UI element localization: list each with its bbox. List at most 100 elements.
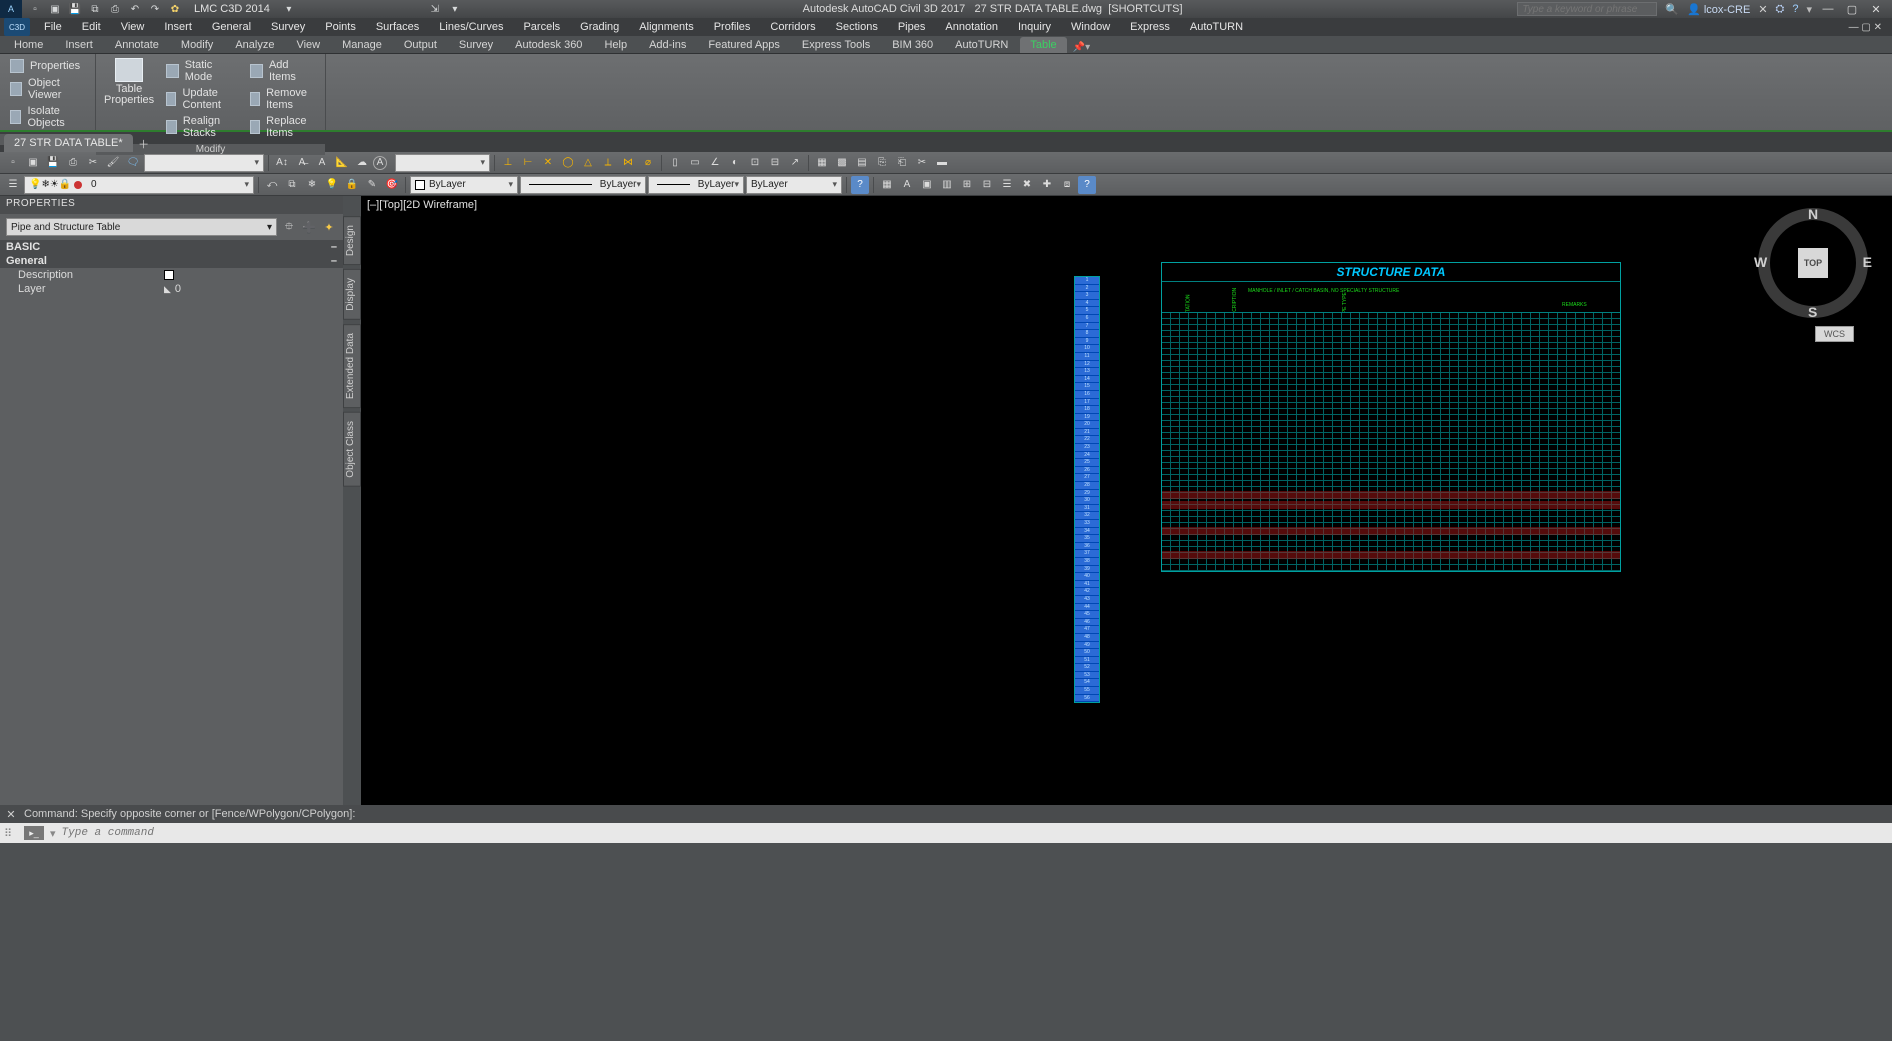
table-text-icon[interactable]: A [898, 176, 916, 194]
new-tab-button[interactable]: ＋ [135, 136, 153, 152]
tb-ts3-icon[interactable]: A [313, 154, 331, 172]
search-input[interactable] [1517, 2, 1657, 16]
command-handle-icon[interactable]: ⠿ [4, 827, 18, 840]
layer-previous-icon[interactable]: ⤺ [263, 176, 281, 194]
app-logo-icon[interactable]: A [0, 0, 22, 18]
quickselect-icon[interactable]: ⯐ [281, 219, 297, 235]
c3d-icon[interactable]: C3D [4, 18, 30, 36]
dim-angular-icon[interactable]: ∠ [706, 154, 724, 172]
qat-share-dropdown-icon[interactable]: ▾ [448, 2, 462, 16]
tb-match-icon[interactable]: 🖌 [104, 154, 122, 172]
viewport-label[interactable]: [–][Top][2D Wireframe] [367, 199, 477, 211]
ribbon-static-mode[interactable]: Static Mode [164, 58, 238, 84]
document-tab[interactable]: 27 STR DATA TABLE* [4, 134, 133, 152]
ribbon-tab-featuredapps[interactable]: Featured Apps [698, 37, 790, 53]
ribbon-tab-analyze[interactable]: Analyze [225, 37, 284, 53]
tb-text-icon[interactable]: A [373, 156, 387, 170]
menu-alignments[interactable]: Alignments [629, 21, 703, 33]
block-edit-icon[interactable]: ▤ [853, 154, 871, 172]
named-views-combo[interactable] [144, 154, 264, 172]
menu-parcels[interactable]: Parcels [513, 21, 570, 33]
ribbon-pin-icon[interactable]: 📌▾ [1073, 42, 1090, 53]
osnap-mid-icon[interactable]: ⊢ [519, 154, 537, 172]
lineweight-combo[interactable]: ByLayer [520, 176, 646, 194]
ribbon-tab-annotate[interactable]: Annotate [105, 37, 169, 53]
menu-pipes[interactable]: Pipes [888, 21, 936, 33]
layer-make-icon[interactable]: ✎ [363, 176, 381, 194]
ribbon-tab-survey[interactable]: Survey [449, 37, 503, 53]
color-combo[interactable]: ByLayer [410, 176, 518, 194]
tb-cut-icon[interactable]: ✂ [84, 154, 102, 172]
help-icon[interactable]: ? [1792, 3, 1798, 15]
linetype-combo[interactable]: ByLayer [648, 176, 744, 194]
ribbon-tab-addins[interactable]: Add-ins [639, 37, 696, 53]
osnap-near-icon[interactable]: ⋈ [619, 154, 637, 172]
layer-off-icon[interactable]: 💡 [323, 176, 341, 194]
menu-general[interactable]: General [202, 21, 261, 33]
table-cell-icon[interactable]: ▣ [918, 176, 936, 194]
menu-survey[interactable]: Survey [261, 21, 315, 33]
menu-points[interactable]: Points [315, 21, 366, 33]
viewcube-west[interactable]: W [1754, 254, 1767, 270]
menu-edit[interactable]: Edit [72, 21, 111, 33]
xref-attach-icon[interactable]: ⎗ [893, 154, 911, 172]
layer-manager-icon[interactable]: ☰ [4, 176, 22, 194]
tb-revcloud-icon[interactable]: ☁ [353, 154, 371, 172]
command-prompt-icon[interactable]: ▸_ [24, 826, 44, 840]
workspace-gear-icon[interactable]: ✿ [168, 2, 182, 16]
close-button[interactable]: ✕ [1868, 3, 1884, 16]
ribbon-update-content[interactable]: Update Content [164, 86, 238, 112]
block-insert-icon[interactable]: ▦ [813, 154, 831, 172]
menu-inquiry[interactable]: Inquiry [1008, 21, 1061, 33]
dim-radius-icon[interactable]: ◐ [726, 154, 744, 172]
menu-linescurves[interactable]: Lines/Curves [429, 21, 513, 33]
ribbon-object-viewer[interactable]: Object Viewer [8, 76, 87, 102]
ribbon-tab-view[interactable]: View [286, 37, 330, 53]
layer-freeze-icon[interactable]: ❄ [303, 176, 321, 194]
property-row-layer[interactable]: Layer ◣0 [0, 282, 343, 296]
ribbon-tab-home[interactable]: Home [4, 37, 53, 53]
ribbon-tab-insert[interactable]: Insert [55, 37, 103, 53]
tb-save-icon[interactable]: 💾 [44, 154, 62, 172]
maximize-button[interactable]: ▢ [1844, 3, 1860, 16]
drawing-column-object[interactable]: 1234567891011121314151617181920212223242… [1074, 276, 1100, 703]
table-del-icon[interactable]: ✖ [1018, 176, 1036, 194]
table-help-icon[interactable]: ? [1078, 176, 1096, 194]
tb-new-icon[interactable]: ▫ [4, 154, 22, 172]
menu-express[interactable]: Express [1120, 21, 1180, 33]
qat-redo-icon[interactable]: ↷ [148, 2, 162, 16]
qat-plot-icon[interactable]: ⎙ [108, 2, 122, 16]
property-value[interactable]: ◣0 [160, 282, 343, 296]
palette-tab-design[interactable]: Design [343, 216, 361, 265]
wcs-button[interactable]: WCS [1815, 326, 1854, 342]
layer-lock-icon[interactable]: 🔒 [343, 176, 361, 194]
xref-clip-icon[interactable]: ✂ [913, 154, 931, 172]
signed-in-user[interactable]: 👤 lcox-CRE [1687, 3, 1750, 16]
palette-tab-objectclass[interactable]: Object Class [343, 412, 361, 487]
property-row-description[interactable]: Description [0, 268, 343, 282]
table-ins-icon[interactable]: ✚ [1038, 176, 1056, 194]
textstyle-combo[interactable] [395, 154, 490, 172]
ribbon-realign-stacks[interactable]: Realign Stacks [164, 114, 238, 140]
dim-leader-icon[interactable]: ↗ [786, 154, 804, 172]
block-create-icon[interactable]: ▩ [833, 154, 851, 172]
osnap-center-icon[interactable]: ◯ [559, 154, 577, 172]
menu-corridors[interactable]: Corridors [760, 21, 825, 33]
tb-ts-icon[interactable]: A↕ [273, 154, 291, 172]
dim-continue-icon[interactable]: ⊡ [746, 154, 764, 172]
layer-match-icon[interactable]: 🎯 [383, 176, 401, 194]
menu-insert[interactable]: Insert [154, 21, 202, 33]
tb-open-icon[interactable]: ▣ [24, 154, 42, 172]
osnap-node-icon[interactable]: △ [579, 154, 597, 172]
ribbon-replace-items[interactable]: Replace Items [248, 114, 317, 140]
qat-undo-icon[interactable]: ↶ [128, 2, 142, 16]
command-input[interactable] [62, 827, 1892, 839]
dim-linear-icon[interactable]: ▯ [666, 154, 684, 172]
ribbon-tab-help[interactable]: Help [594, 37, 637, 53]
ribbon-tab-bim360[interactable]: BIM 360 [882, 37, 943, 53]
layer-combo[interactable]: 💡❄☀🔒 0 [24, 176, 254, 194]
qat-open-icon[interactable]: ▣ [48, 2, 62, 16]
viewcube-south[interactable]: S [1808, 304, 1817, 320]
tb-find-icon[interactable]: 🗨 [124, 154, 142, 172]
doc-minimize-icon[interactable]: — ▢ ✕ [1849, 22, 1888, 33]
